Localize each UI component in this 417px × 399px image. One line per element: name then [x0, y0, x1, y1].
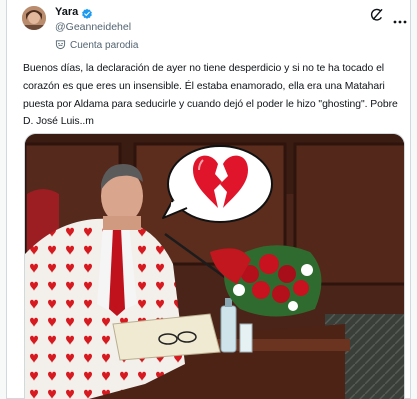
display-name[interactable]: Yara: [55, 6, 78, 19]
verified-badge-icon: [81, 7, 93, 19]
handle[interactable]: @Geanneidehel: [55, 21, 138, 34]
more-options-icon[interactable]: [393, 12, 407, 24]
parody-label: Cuenta parodia: [55, 37, 138, 55]
tweet-text: Buenos días, la declaración de ayer no t…: [23, 63, 398, 128]
grok-icon[interactable]: [370, 8, 384, 22]
author-block: Yara @Geanneidehel Cuenta parodia: [55, 6, 138, 55]
parody-text: Cuenta parodia: [70, 40, 139, 51]
avatar[interactable]: [22, 6, 46, 30]
tweet-image[interactable]: [24, 133, 405, 399]
tweet-card[interactable]: Yara @Geanneidehel Cuenta parodia Buenos…: [6, 0, 411, 399]
mask-icon: [55, 37, 66, 55]
